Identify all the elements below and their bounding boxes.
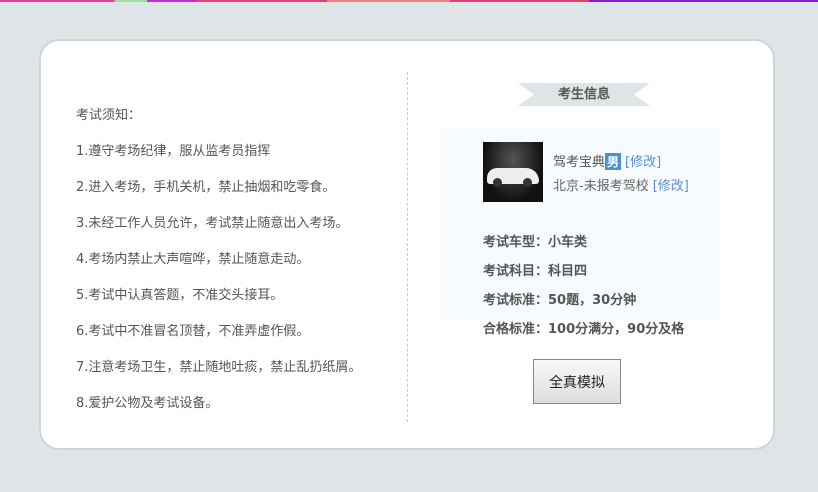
edit-school-link[interactable]: [修改]: [653, 179, 689, 194]
wheel: [523, 178, 532, 187]
info-value: 50题，30分钟: [548, 293, 637, 308]
wheel: [493, 178, 502, 187]
info-row-car-type: 考试车型：小车类: [483, 228, 684, 257]
rule-item: 7.注意考场卫生，禁止随地吐痰，禁止乱扔纸屑。: [76, 360, 362, 375]
rule-item: 5.考试中认真答题，不准交头接耳。: [76, 288, 284, 303]
rule-item: 2.进入考场，手机关机，禁止抽烟和吃零食。: [76, 180, 336, 195]
candidate-name-line: 驾考宝典男 [修改]: [553, 151, 661, 170]
info-label: 考试标准：: [483, 293, 549, 308]
candidate-name: 驾考宝典: [553, 155, 606, 170]
start-simulation-button[interactable]: 全真模拟: [533, 359, 621, 404]
candidate-info-heading: 考生信息: [518, 83, 650, 106]
candidate-avatar: [483, 142, 543, 202]
rule-item: 6.考试中不准冒名顶替，不准弄虚作假。: [76, 324, 310, 339]
exam-info: 考试车型：小车类 考试科目：科目四 考试标准：50题，30分钟 合格标准：100…: [483, 228, 684, 344]
edit-name-link[interactable]: [修改]: [625, 155, 661, 170]
info-label: 考试科目：: [483, 264, 549, 279]
rules-title: 考试须知：: [76, 108, 142, 123]
rule-item: 3.未经工作人员允许，考试禁止随意出入考场。: [76, 216, 349, 231]
exam-rules: 考试须知： 1.遵守考场纪律，服从监考员指挥 2.进入考场，手机关机，禁止抽烟和…: [76, 98, 361, 422]
info-value: 科目四: [548, 264, 588, 279]
divider: [407, 72, 408, 422]
info-label: 合格标准：: [483, 322, 549, 337]
info-row-pass: 合格标准：100分满分，90分及格: [483, 315, 684, 344]
top-color-bar: [0, 0, 818, 2]
rule-item: 4.考场内禁止大声喧哗，禁止随意走动。: [76, 252, 310, 267]
info-value: 100分满分，90分及格: [548, 322, 685, 337]
info-label: 考试车型：: [483, 235, 549, 250]
candidate-school-line: 北京-未报考驾校 [修改]: [553, 175, 689, 194]
rule-item: 8.爱护公物及考试设备。: [76, 396, 219, 411]
rule-item: 1.遵守考场纪律，服从监考员指挥: [76, 144, 271, 159]
gender-badge: 男: [605, 153, 622, 170]
info-value: 小车类: [548, 235, 588, 250]
info-row-subject: 考试科目：科目四: [483, 257, 684, 286]
candidate-school: 北京-未报考驾校: [553, 179, 649, 194]
info-row-standard: 考试标准：50题，30分钟: [483, 286, 684, 315]
